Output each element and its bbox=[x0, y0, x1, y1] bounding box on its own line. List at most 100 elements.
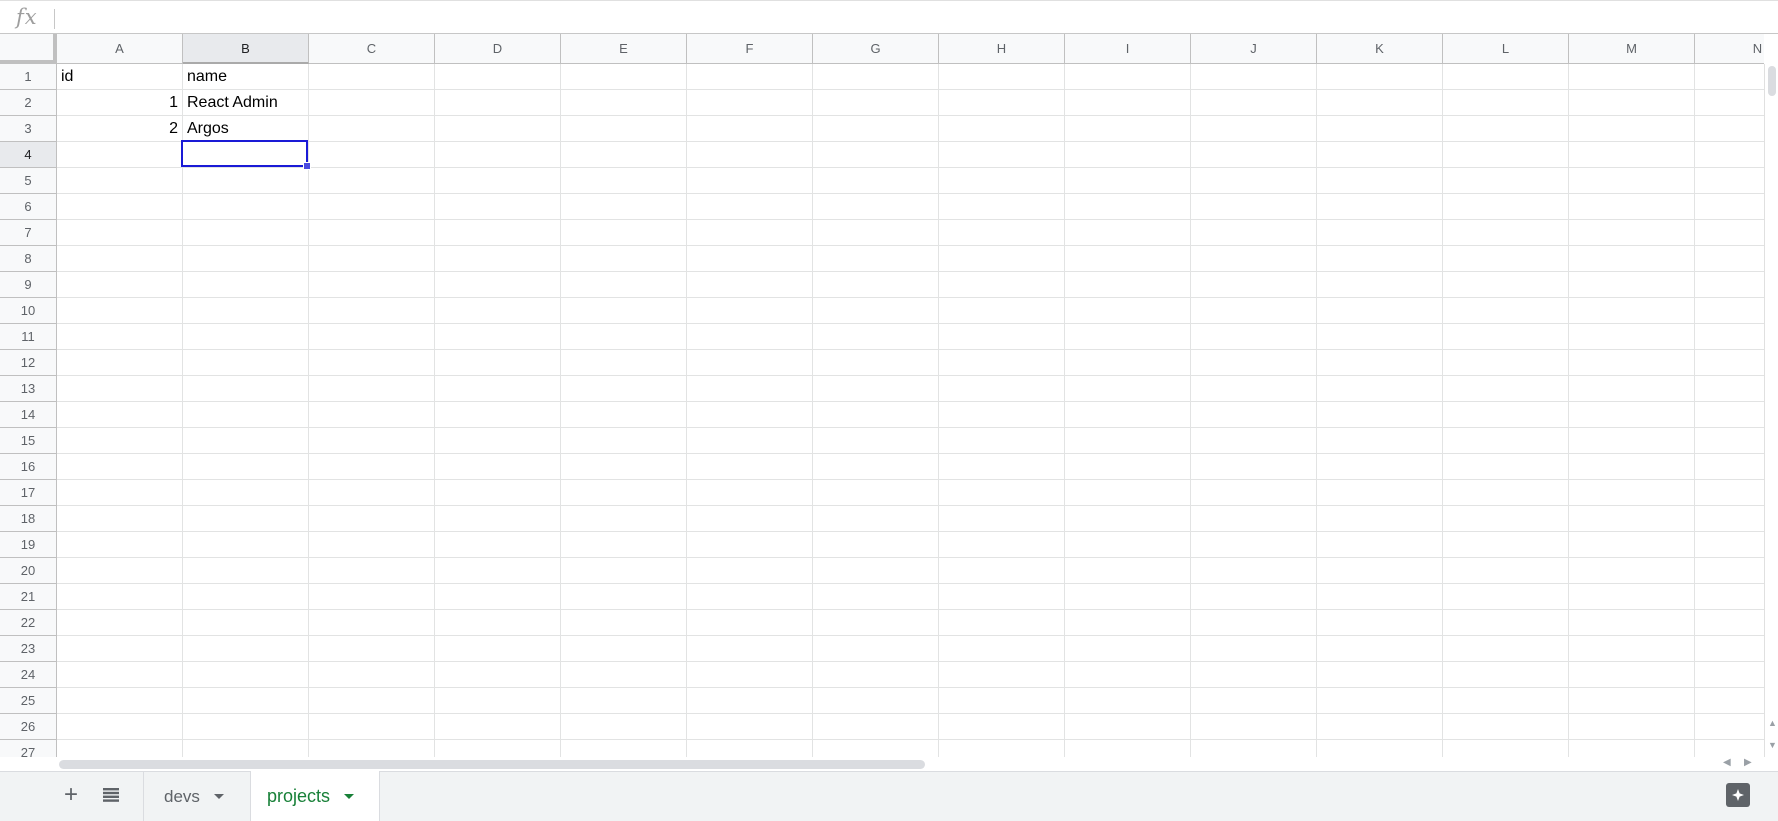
cell-f7[interactable] bbox=[687, 220, 813, 246]
row-header-17[interactable]: 17 bbox=[0, 480, 57, 506]
cell-i13[interactable] bbox=[1065, 376, 1191, 402]
cell-j20[interactable] bbox=[1191, 558, 1317, 584]
cell-f13[interactable] bbox=[687, 376, 813, 402]
cell-b21[interactable] bbox=[183, 584, 309, 610]
cell-b27[interactable] bbox=[183, 740, 309, 757]
cell-k20[interactable] bbox=[1317, 558, 1443, 584]
fill-handle[interactable] bbox=[303, 162, 311, 170]
column-header-c[interactable]: C bbox=[309, 34, 435, 64]
cell-m25[interactable] bbox=[1569, 688, 1695, 714]
cell-j9[interactable] bbox=[1191, 272, 1317, 298]
cell-n18[interactable] bbox=[1695, 506, 1764, 532]
cell-c18[interactable] bbox=[309, 506, 435, 532]
cell-a21[interactable] bbox=[57, 584, 183, 610]
cell-j3[interactable] bbox=[1191, 116, 1317, 142]
cell-j1[interactable] bbox=[1191, 64, 1317, 90]
cell-f24[interactable] bbox=[687, 662, 813, 688]
scroll-left-icon[interactable]: ◀ bbox=[1723, 757, 1731, 768]
cell-f8[interactable] bbox=[687, 246, 813, 272]
cell-e12[interactable] bbox=[561, 350, 687, 376]
cell-g16[interactable] bbox=[813, 454, 939, 480]
cell-k5[interactable] bbox=[1317, 168, 1443, 194]
cell-m17[interactable] bbox=[1569, 480, 1695, 506]
cell-l25[interactable] bbox=[1443, 688, 1569, 714]
cell-n1[interactable] bbox=[1695, 64, 1764, 90]
row-header-5[interactable]: 5 bbox=[0, 168, 57, 194]
cell-f26[interactable] bbox=[687, 714, 813, 740]
cell-c25[interactable] bbox=[309, 688, 435, 714]
cell-f6[interactable] bbox=[687, 194, 813, 220]
cell-g1[interactable] bbox=[813, 64, 939, 90]
cell-h13[interactable] bbox=[939, 376, 1065, 402]
cell-i17[interactable] bbox=[1065, 480, 1191, 506]
cell-h22[interactable] bbox=[939, 610, 1065, 636]
cell-a11[interactable] bbox=[57, 324, 183, 350]
cell-g20[interactable] bbox=[813, 558, 939, 584]
cell-a3[interactable]: 2 bbox=[57, 116, 183, 142]
cell-e6[interactable] bbox=[561, 194, 687, 220]
cell-n4[interactable] bbox=[1695, 142, 1764, 168]
cell-m3[interactable] bbox=[1569, 116, 1695, 142]
cell-i7[interactable] bbox=[1065, 220, 1191, 246]
cell-f25[interactable] bbox=[687, 688, 813, 714]
cell-e24[interactable] bbox=[561, 662, 687, 688]
cell-i18[interactable] bbox=[1065, 506, 1191, 532]
cell-n3[interactable] bbox=[1695, 116, 1764, 142]
cell-k7[interactable] bbox=[1317, 220, 1443, 246]
cell-h7[interactable] bbox=[939, 220, 1065, 246]
cell-f5[interactable] bbox=[687, 168, 813, 194]
cell-l15[interactable] bbox=[1443, 428, 1569, 454]
cell-h17[interactable] bbox=[939, 480, 1065, 506]
cell-d5[interactable] bbox=[435, 168, 561, 194]
cell-d6[interactable] bbox=[435, 194, 561, 220]
cell-h14[interactable] bbox=[939, 402, 1065, 428]
cell-n10[interactable] bbox=[1695, 298, 1764, 324]
cell-l4[interactable] bbox=[1443, 142, 1569, 168]
row-header-8[interactable]: 8 bbox=[0, 246, 57, 272]
cell-b18[interactable] bbox=[183, 506, 309, 532]
row-header-27[interactable]: 27 bbox=[0, 740, 57, 757]
cell-g27[interactable] bbox=[813, 740, 939, 757]
cell-k25[interactable] bbox=[1317, 688, 1443, 714]
cell-a23[interactable] bbox=[57, 636, 183, 662]
cell-m22[interactable] bbox=[1569, 610, 1695, 636]
cell-m7[interactable] bbox=[1569, 220, 1695, 246]
cell-f27[interactable] bbox=[687, 740, 813, 757]
cell-a18[interactable] bbox=[57, 506, 183, 532]
cell-b4[interactable] bbox=[183, 142, 309, 168]
cell-m9[interactable] bbox=[1569, 272, 1695, 298]
cell-a4[interactable] bbox=[57, 142, 183, 168]
cell-f2[interactable] bbox=[687, 90, 813, 116]
row-header-12[interactable]: 12 bbox=[0, 350, 57, 376]
cell-e16[interactable] bbox=[561, 454, 687, 480]
cell-d8[interactable] bbox=[435, 246, 561, 272]
cell-h1[interactable] bbox=[939, 64, 1065, 90]
cell-j13[interactable] bbox=[1191, 376, 1317, 402]
cell-d25[interactable] bbox=[435, 688, 561, 714]
cell-d13[interactable] bbox=[435, 376, 561, 402]
row-header-21[interactable]: 21 bbox=[0, 584, 57, 610]
cell-a10[interactable] bbox=[57, 298, 183, 324]
cell-e3[interactable] bbox=[561, 116, 687, 142]
cell-k14[interactable] bbox=[1317, 402, 1443, 428]
cell-a22[interactable] bbox=[57, 610, 183, 636]
cell-n13[interactable] bbox=[1695, 376, 1764, 402]
cell-b5[interactable] bbox=[183, 168, 309, 194]
column-header-l[interactable]: L bbox=[1443, 34, 1569, 64]
cell-l1[interactable] bbox=[1443, 64, 1569, 90]
column-header-e[interactable]: E bbox=[561, 34, 687, 64]
cell-i22[interactable] bbox=[1065, 610, 1191, 636]
vertical-scroll-thumb[interactable] bbox=[1768, 66, 1776, 96]
cell-b12[interactable] bbox=[183, 350, 309, 376]
cell-i23[interactable] bbox=[1065, 636, 1191, 662]
cell-k1[interactable] bbox=[1317, 64, 1443, 90]
cell-n14[interactable] bbox=[1695, 402, 1764, 428]
cell-f15[interactable] bbox=[687, 428, 813, 454]
cell-d20[interactable] bbox=[435, 558, 561, 584]
cell-e20[interactable] bbox=[561, 558, 687, 584]
row-header-3[interactable]: 3 bbox=[0, 116, 57, 142]
cell-h21[interactable] bbox=[939, 584, 1065, 610]
cell-a25[interactable] bbox=[57, 688, 183, 714]
cell-c21[interactable] bbox=[309, 584, 435, 610]
column-header-h[interactable]: H bbox=[939, 34, 1065, 64]
